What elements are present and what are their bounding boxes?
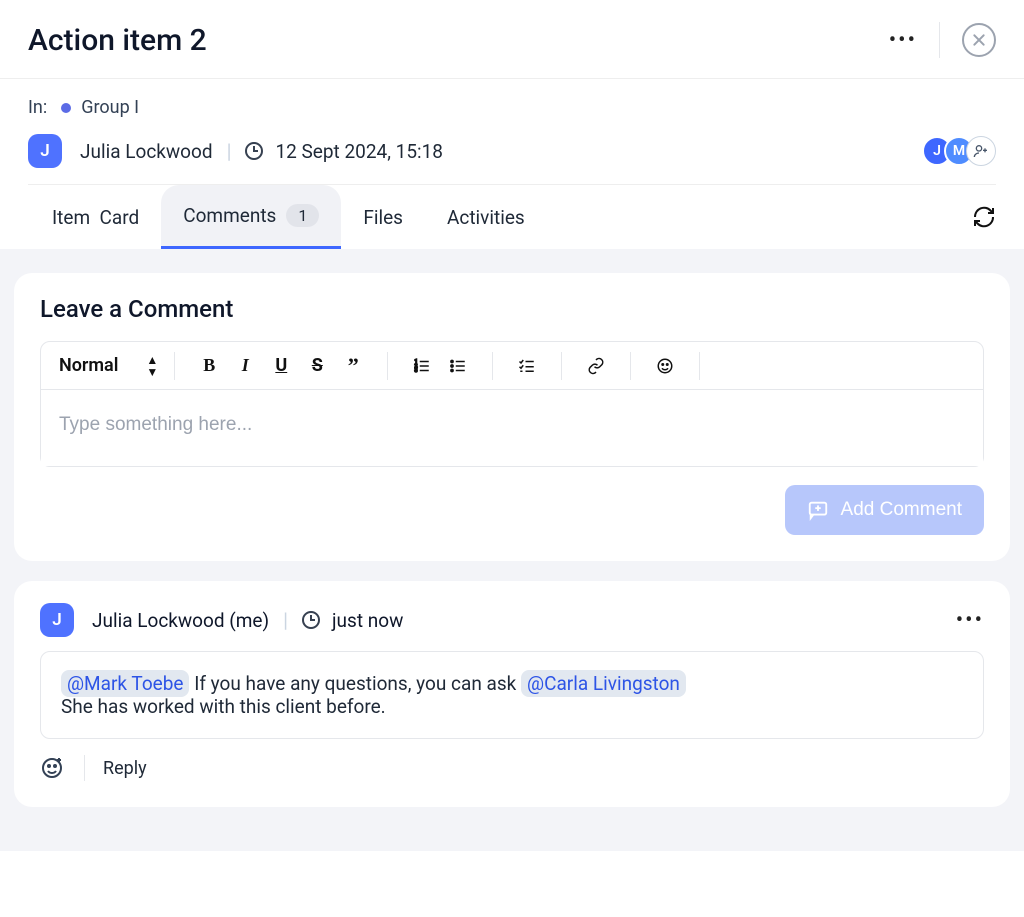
tab-comments-label: Comments [183, 204, 276, 227]
link-button[interactable] [582, 352, 610, 380]
refresh-button[interactable] [972, 205, 996, 229]
mention[interactable]: @Mark Toebe [61, 670, 189, 697]
leave-comment-card: Leave a Comment Normal ▲▼ B I U S ” [14, 273, 1010, 561]
page-title: Action item 2 [28, 23, 889, 58]
comment-author[interactable]: Julia Lockwood (me) [92, 609, 269, 632]
author-avatar[interactable]: J [28, 134, 62, 168]
created-timestamp: 12 Sept 2024, 15:18 [275, 140, 443, 163]
comment-text: If you have any questions, you can ask [194, 672, 521, 695]
leave-comment-heading: Leave a Comment [40, 295, 984, 323]
comment-card: J Julia Lockwood (me) | just now ••• @Ma… [14, 581, 1010, 807]
svg-text:3: 3 [415, 368, 418, 374]
breadcrumb: In: Group I [28, 97, 996, 118]
breadcrumb-group[interactable]: Group I [81, 97, 139, 118]
comment-more-button[interactable]: ••• [956, 608, 984, 633]
comment-text: She has worked with this client before. [61, 695, 386, 718]
divider [174, 352, 175, 380]
react-button[interactable] [40, 755, 66, 781]
divider [630, 352, 631, 380]
tab-comments[interactable]: Comments 1 [161, 185, 341, 249]
unordered-list-button[interactable] [444, 352, 472, 380]
reply-button[interactable]: Reply [103, 758, 147, 779]
close-button[interactable] [962, 23, 996, 57]
add-comment-button[interactable]: Add Comment [785, 485, 984, 535]
comment-author-avatar[interactable]: J [40, 603, 74, 637]
comment-timestamp: just now [332, 609, 403, 632]
comment-editor: Normal ▲▼ B I U S ” 123 [40, 341, 984, 467]
bold-button[interactable]: B [195, 352, 223, 380]
breadcrumb-in-label: In: [28, 97, 47, 118]
quote-button[interactable]: ” [339, 352, 367, 380]
group-dot-icon [61, 103, 71, 113]
divider [387, 352, 388, 380]
italic-button[interactable]: I [231, 352, 259, 380]
checklist-button[interactable] [513, 352, 541, 380]
divider [939, 22, 940, 58]
emoji-button[interactable] [651, 352, 679, 380]
comment-body: @Mark Toebe If you have any questions, y… [40, 651, 984, 739]
underline-button[interactable]: U [267, 352, 295, 380]
add-participant-button[interactable] [966, 136, 996, 166]
format-select[interactable]: Normal ▲▼ [59, 354, 158, 378]
divider: | [283, 608, 288, 632]
chevron-updown-icon: ▲▼ [146, 354, 158, 378]
participants: J M [922, 136, 996, 166]
strikethrough-button[interactable]: S [303, 352, 331, 380]
ordered-list-button[interactable]: 123 [408, 352, 436, 380]
divider [561, 352, 562, 380]
divider [84, 755, 85, 781]
header-more-button[interactable]: ••• [889, 28, 917, 53]
author-name[interactable]: Julia Lockwood [80, 140, 213, 163]
divider [492, 352, 493, 380]
tab-activities[interactable]: Activities [425, 185, 547, 249]
clock-icon [302, 611, 320, 629]
divider: | [227, 139, 232, 163]
mention[interactable]: @Carla Livingston [521, 670, 686, 697]
format-select-value: Normal [59, 355, 118, 376]
editor-toolbar: Normal ▲▼ B I U S ” 123 [41, 342, 983, 390]
comments-count-badge: 1 [286, 204, 319, 227]
comment-input[interactable] [41, 390, 983, 466]
tab-item-card[interactable]: Item Card [28, 185, 161, 249]
tab-files[interactable]: Files [341, 185, 425, 249]
add-comment-label: Add Comment [841, 499, 962, 521]
divider [699, 352, 700, 380]
clock-icon [245, 142, 263, 160]
